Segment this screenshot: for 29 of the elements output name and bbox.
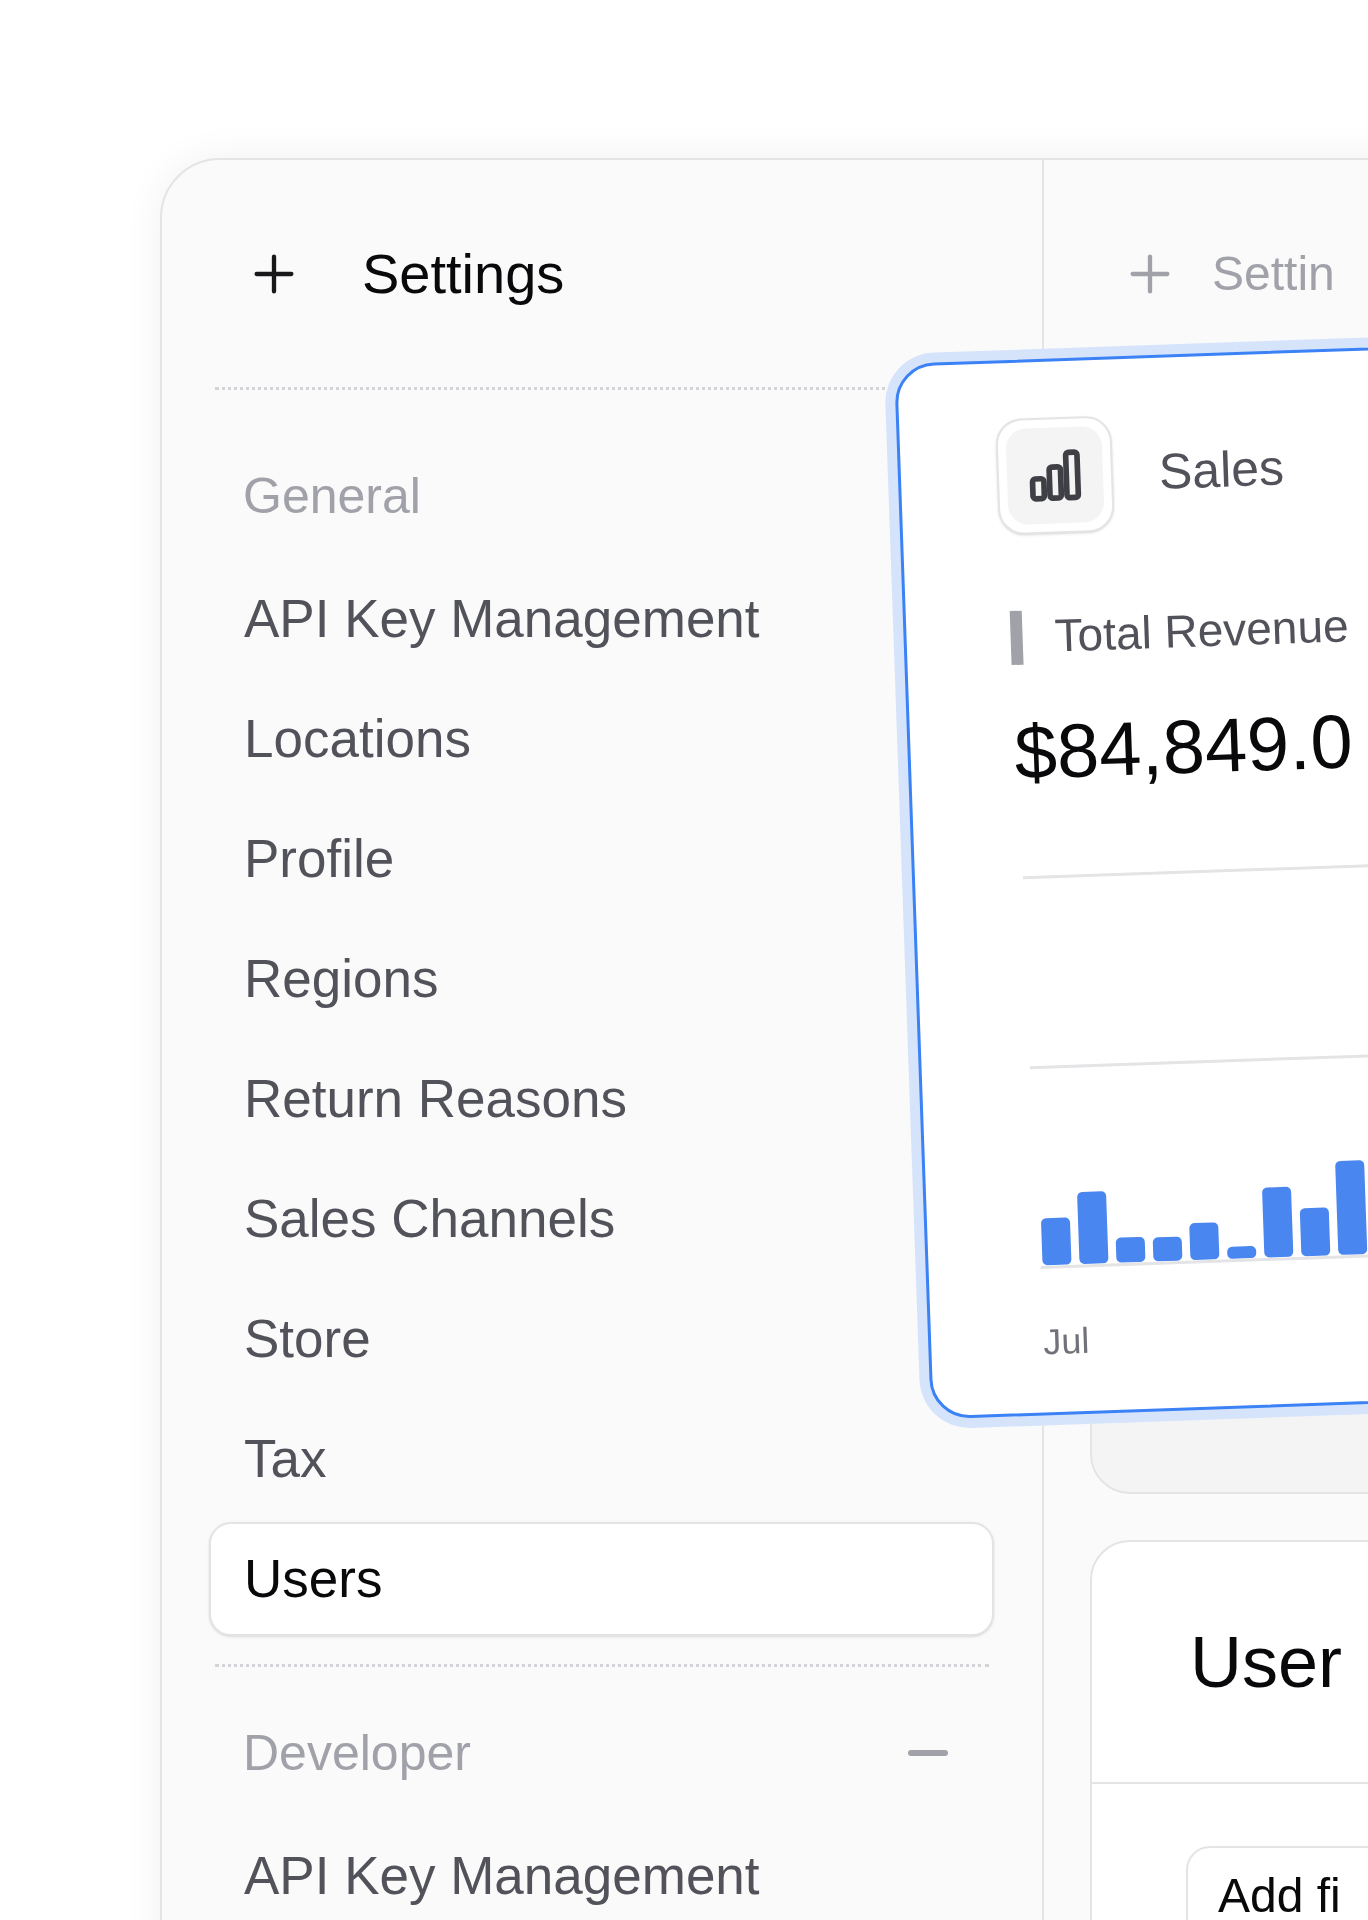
nav-item[interactable]: Locations bbox=[209, 682, 506, 796]
chart-bar bbox=[1115, 1236, 1146, 1263]
nav-item[interactable]: API Key Management bbox=[209, 1819, 795, 1920]
add-filter-button[interactable]: Add fi bbox=[1186, 1846, 1368, 1920]
nav-item[interactable]: Tax bbox=[209, 1402, 362, 1516]
collapse-icon[interactable] bbox=[908, 1750, 948, 1756]
section-label: Developer bbox=[243, 1723, 471, 1783]
chart-bar bbox=[1227, 1245, 1257, 1259]
nav-item[interactable]: Users bbox=[209, 1522, 994, 1636]
metric-label: Total Revenue bbox=[1053, 598, 1350, 664]
sidebar-title: Settings bbox=[362, 240, 565, 307]
metric-value: $84,849.0 bbox=[1013, 698, 1354, 795]
chart-bar bbox=[1152, 1236, 1183, 1262]
nav-item[interactable]: Store bbox=[209, 1282, 406, 1396]
card-title: User bbox=[1190, 1621, 1342, 1704]
chart-bar bbox=[1189, 1222, 1220, 1261]
chart-bar bbox=[1040, 1217, 1072, 1266]
axis-label: Jul bbox=[1042, 1319, 1090, 1363]
accent-bar-icon bbox=[1009, 610, 1024, 665]
chart-bar bbox=[1261, 1186, 1294, 1258]
nav-item[interactable]: Return Reasons bbox=[209, 1042, 662, 1156]
nav-item[interactable]: Profile bbox=[209, 802, 430, 916]
card-title: Sales bbox=[1157, 437, 1286, 502]
page-title: Settin bbox=[1212, 245, 1335, 302]
section-label: General bbox=[243, 466, 421, 526]
chart-bar bbox=[1299, 1207, 1331, 1257]
nav-item[interactable]: Regions bbox=[209, 922, 474, 1036]
nav-item[interactable]: API Key Management bbox=[209, 562, 795, 676]
nav-item[interactable]: Sales Channels bbox=[209, 1162, 651, 1276]
